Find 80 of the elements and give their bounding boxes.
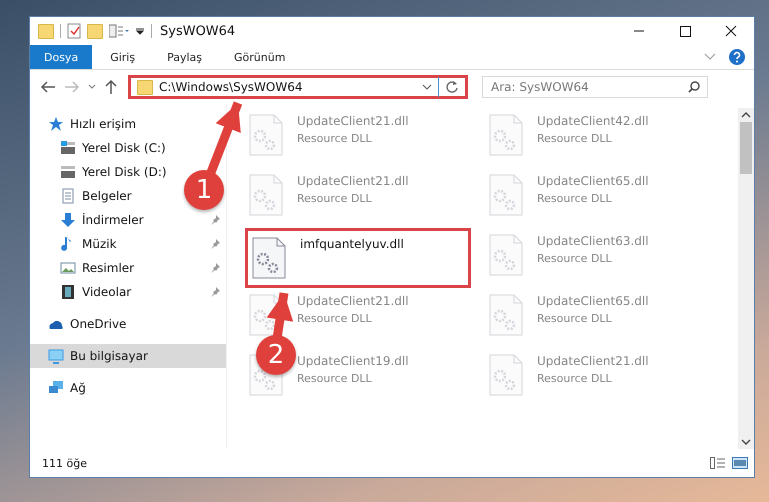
details-view-icon[interactable] (710, 457, 726, 469)
ribbon-tab[interactable]: Paylaş (153, 45, 216, 69)
item-count: 111 öğe (42, 456, 87, 470)
sidebar-icon (60, 188, 76, 204)
file-type: Resource DLL (537, 132, 613, 145)
file-name[interactable]: UpdateClient65.dll (537, 174, 649, 188)
file-type: Resource DLL (297, 372, 373, 385)
sidebar-item[interactable]: Belgeler (30, 184, 136, 208)
layout-dropdown-icon[interactable] (109, 24, 129, 38)
pin-icon[interactable] (210, 239, 220, 249)
file-name[interactable]: UpdateClient63.dll (537, 234, 649, 248)
sidebar-icon (48, 348, 64, 364)
sidebar-item[interactable]: Yerel Disk (D:) (30, 160, 171, 184)
highlighted-file-item[interactable]: imfquantelyuv.dll (245, 228, 471, 288)
properties-icon[interactable] (67, 23, 81, 39)
pin-icon[interactable] (210, 263, 220, 273)
search-icon (688, 81, 700, 93)
sidebar-icon (60, 284, 76, 300)
sidebar-item[interactable]: Videolar (30, 280, 136, 304)
sidebar-icon (48, 380, 64, 396)
file-name[interactable]: imfquantelyuv.dll (300, 237, 404, 251)
file-gear-icon (252, 237, 286, 279)
scrollbar[interactable] (738, 108, 754, 449)
file-type: Resource DLL (537, 312, 613, 325)
file-gear-icon (489, 174, 523, 216)
scroll-thumb[interactable] (740, 122, 752, 174)
file-gear-icon (489, 294, 523, 336)
file-name[interactable]: UpdateClient21.dll (537, 354, 649, 368)
sidebar-icon (60, 260, 76, 276)
file-type: Resource DLL (537, 252, 613, 265)
recent-caret-icon[interactable] (88, 84, 96, 90)
file-type: Resource DLL (537, 192, 613, 205)
file-type: Resource DLL (297, 192, 373, 205)
history-caret-icon[interactable] (422, 84, 432, 90)
sidebar-icon (60, 164, 76, 180)
file-name[interactable]: UpdateClient21.dll (297, 294, 409, 308)
up-icon[interactable] (104, 79, 118, 95)
back-icon[interactable] (40, 80, 56, 94)
sidebar-item[interactable]: Yerel Disk (C:) (30, 136, 170, 160)
file-name[interactable]: UpdateClient42.dll (537, 114, 649, 128)
scroll-down-icon[interactable] (741, 439, 751, 445)
sidebar-icon (60, 140, 76, 156)
sidebar-item[interactable]: Ağ (30, 376, 90, 400)
sidebar-item[interactable]: Müzik (30, 232, 121, 256)
file-type: Resource DLL (297, 132, 373, 145)
sidebar-icon (60, 212, 76, 228)
file-type: Resource DLL (537, 372, 613, 385)
search-field[interactable]: Ara: SysWOW64 (482, 76, 708, 98)
address-path: C:\Windows\SysWOW64 (159, 80, 304, 94)
pin-icon[interactable] (210, 215, 220, 225)
folder-icon (137, 80, 153, 94)
sidebar-item[interactable]: Bu bilgisayar (30, 344, 226, 368)
file-gear-icon (489, 114, 523, 156)
window-title: SysWOW64 (160, 24, 236, 38)
ribbon-tab[interactable]: Giriş (96, 45, 150, 69)
customize-caret-icon[interactable] (135, 26, 145, 36)
ribbon-tab[interactable]: Dosya (30, 45, 92, 69)
sidebar-item[interactable]: OneDrive (30, 312, 130, 336)
scroll-up-icon[interactable] (741, 112, 751, 118)
refresh-icon[interactable] (445, 80, 459, 94)
file-type: Resource DLL (297, 312, 373, 325)
sidebar-icon (48, 116, 64, 132)
pin-icon[interactable] (210, 287, 220, 297)
file-gear-icon (489, 234, 523, 276)
sidebar-item[interactable]: İndirmeler (30, 208, 148, 232)
file-name[interactable]: UpdateClient19.dll (297, 354, 409, 368)
help-icon[interactable] (728, 48, 746, 66)
file-name[interactable]: UpdateClient21.dll (297, 174, 409, 188)
file-gear-icon (249, 114, 283, 156)
address-bar[interactable]: C:\Windows\SysWOW64 (128, 75, 468, 99)
file-name[interactable]: UpdateClient65.dll (537, 294, 649, 308)
file-gear-icon (249, 294, 283, 336)
sidebar-item[interactable]: Resimler (30, 256, 138, 280)
file-gear-icon (489, 354, 523, 396)
large-icons-view-icon[interactable] (732, 457, 748, 469)
file-name[interactable]: UpdateClient21.dll (297, 114, 409, 128)
ribbon-tab[interactable]: Görünüm (220, 45, 300, 69)
sidebar-item[interactable]: Hızlı erişim (30, 112, 140, 136)
expand-ribbon-icon[interactable] (704, 53, 716, 61)
file-gear-icon (249, 174, 283, 216)
